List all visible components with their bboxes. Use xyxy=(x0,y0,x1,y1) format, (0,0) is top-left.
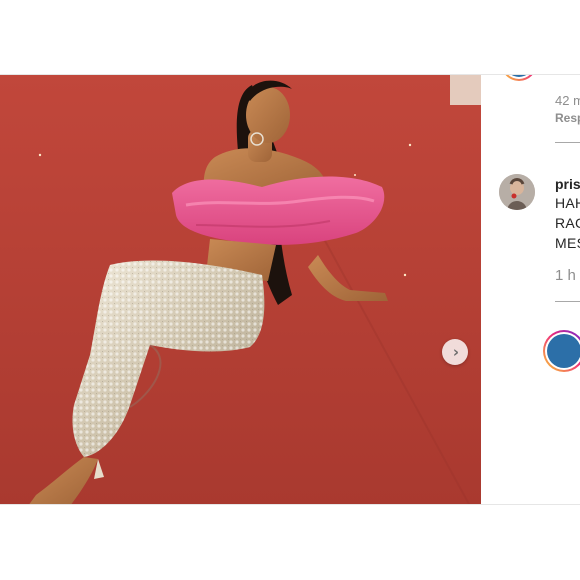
current-user-avatar[interactable] xyxy=(543,330,580,372)
comment-text-line-3: MES xyxy=(555,235,580,251)
comment-text-line-1: HAH xyxy=(555,195,580,211)
post-container: › 42 m Resp pris HAH xyxy=(0,74,580,505)
top-comment-reply-button[interactable]: Resp xyxy=(555,111,580,125)
comment-reply-divider xyxy=(555,301,580,302)
commenter-avatar-image xyxy=(499,174,535,210)
top-comment-time: 42 m xyxy=(555,93,580,108)
top-commenter-avatar[interactable] xyxy=(501,75,537,81)
top-reply-divider xyxy=(555,142,580,143)
comments-panel: 42 m Resp pris HAH RAC MES 1 h xyxy=(481,75,580,504)
comment-text-line-2: RAC xyxy=(555,215,580,231)
instagram-post-view: › 42 m Resp pris HAH xyxy=(0,0,580,580)
comment-time: 1 h xyxy=(555,267,576,284)
post-photo[interactable]: › xyxy=(0,75,481,504)
comment-username[interactable]: pris xyxy=(555,176,580,192)
chevron-right-icon: › xyxy=(452,342,460,361)
photo-illustration xyxy=(0,75,481,504)
commenter-avatar[interactable] xyxy=(499,174,535,210)
next-photo-button[interactable]: › xyxy=(442,339,468,365)
